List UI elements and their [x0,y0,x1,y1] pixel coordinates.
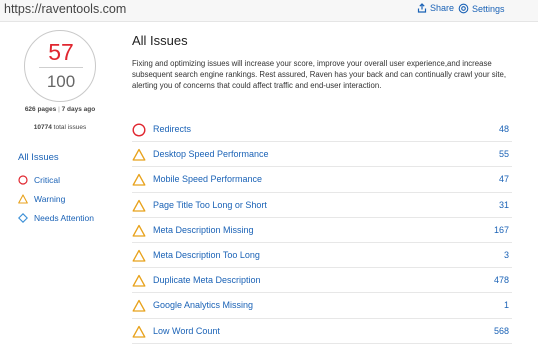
triangle-icon [132,299,146,318]
total-issues-label: total issues [53,124,87,131]
crawl-age: 7 days ago [61,106,96,113]
total-issues: 10774 total issues [0,124,120,131]
score-value: 57 [48,39,74,65]
issue-count[interactable]: 478 [494,275,509,285]
issue-row[interactable]: Redirects 48 [132,117,512,143]
issue-count[interactable]: 568 [494,326,509,336]
triangle-icon [132,173,146,192]
issue-count[interactable]: 47 [499,174,509,184]
site-score-gauge: 57 100 [24,30,96,102]
triangle-icon [132,224,146,243]
issue-count[interactable]: 1 [504,300,509,310]
issue-row[interactable]: Meta Description Too Long 3 [132,243,512,269]
intro-text: Fixing and optimizing issues will increa… [132,59,507,91]
score-divider [39,67,83,68]
top-bar: https://raventools.com Share Settings [0,0,538,22]
issue-row[interactable]: Meta Description Missing 167 [132,218,512,243]
issue-row[interactable]: Google Analytics Missing 1 [132,293,512,319]
filter-critical-label: Critical [34,175,60,185]
share-label: Share [430,3,455,13]
issue-count[interactable]: 167 [494,225,509,235]
filter-needs-attention[interactable]: Needs Attention [18,213,94,223]
triangle-icon [132,199,146,218]
issue-label[interactable]: Meta Description Too Long [153,250,260,260]
circle-icon [18,175,28,185]
triangle-icon [132,274,146,293]
settings-label: Settings [472,3,505,14]
triangle-icon [132,325,146,344]
triangle-icon [132,148,146,167]
gear-icon [458,3,469,14]
total-issues-count: 10774 [33,124,52,131]
url-text[interactable]: https://raventools.com [4,2,126,16]
share-icon [417,3,427,13]
diamond-icon [18,213,28,223]
pages-count: 626 pages [24,106,57,113]
issue-label[interactable]: Redirects [153,124,191,134]
issue-label[interactable]: Duplicate Meta Description [153,275,261,285]
filter-warning-label: Warning [34,194,66,204]
triangle-icon [132,249,146,268]
filter-needs-attention-label: Needs Attention [34,213,95,223]
share-button[interactable]: Share [417,3,454,13]
issue-list: Redirects 48 Desktop Speed Performance 5… [132,117,512,344]
issue-label[interactable]: Mobile Speed Performance [153,174,262,184]
score-total: 100 [46,72,76,91]
settings-button[interactable]: Settings [458,3,505,14]
triangle-icon [18,194,28,204]
issue-count[interactable]: 48 [499,124,509,134]
crawl-meta: 626 pages | 7 days ago [0,106,120,113]
issue-label[interactable]: Low Word Count [153,326,220,336]
page-title: All Issues [132,33,188,48]
issue-count[interactable]: 31 [499,200,509,210]
filter-all-issues[interactable]: All Issues [18,152,59,163]
circle-icon [132,123,146,142]
issue-label[interactable]: Page Title Too Long or Short [153,200,267,210]
filter-warning[interactable]: Warning [18,194,65,204]
issue-row[interactable]: Desktop Speed Performance 55 [132,142,512,168]
issue-row[interactable]: Low Word Count 568 [132,319,512,344]
issue-count[interactable]: 3 [504,250,509,260]
issue-row[interactable]: Mobile Speed Performance 47 [132,167,512,193]
issue-label[interactable]: Desktop Speed Performance [153,149,269,159]
meta-separator: | [58,106,60,113]
issue-row[interactable]: Page Title Too Long or Short 31 [132,193,512,218]
issue-label[interactable]: Google Analytics Missing [153,300,253,310]
filter-critical[interactable]: Critical [18,175,60,185]
issue-count[interactable]: 55 [499,149,509,159]
issue-row[interactable]: Duplicate Meta Description 478 [132,268,512,294]
issue-label[interactable]: Meta Description Missing [153,225,254,235]
